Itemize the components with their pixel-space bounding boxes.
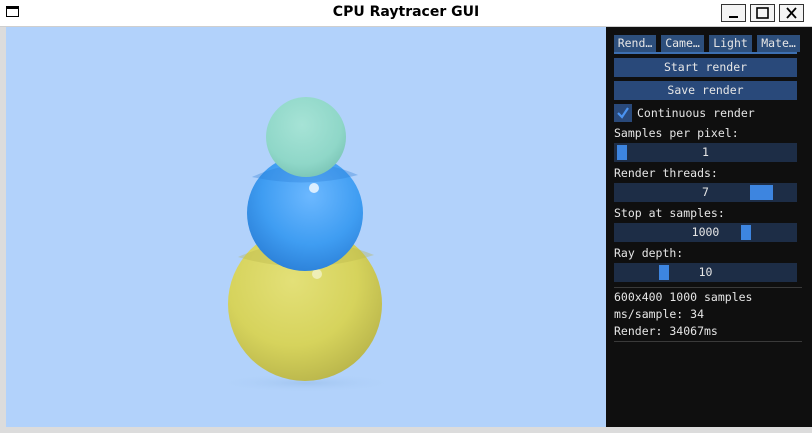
stats-ms-per-sample: ms/sample: 34 [614, 307, 705, 321]
tab-render[interactable]: Rend… [614, 35, 656, 52]
close-button[interactable] [779, 4, 804, 22]
check-icon [617, 107, 629, 119]
slider-grab[interactable] [659, 265, 669, 280]
slider-value: 1 [702, 145, 709, 159]
slider-value: 1000 [691, 225, 720, 239]
separator [614, 287, 802, 288]
ray-depth-label: Ray depth: [614, 246, 684, 260]
slider-grab[interactable] [750, 185, 773, 200]
save-render-button[interactable]: Save render [614, 81, 797, 100]
stats-resolution: 600x400 1000 samples [614, 290, 753, 304]
separator [614, 341, 802, 342]
teal-sphere [266, 97, 346, 177]
tab-camera[interactable]: Came… [661, 35, 704, 52]
maximize-button[interactable] [750, 4, 775, 22]
ray-depth-slider[interactable]: 10 [614, 263, 797, 282]
render-threads-label: Render threads: [614, 166, 718, 180]
stop-at-samples-label: Stop at samples: [614, 206, 725, 220]
slider-grab[interactable] [617, 145, 627, 160]
stop-at-samples-slider[interactable]: 1000 [614, 223, 797, 242]
maximize-icon [756, 7, 769, 19]
settings-panel: Rend… Came… Light Mate… Start render Sav… [606, 27, 812, 427]
slider-value: 7 [702, 185, 709, 199]
continuous-render-checkbox[interactable] [614, 104, 632, 122]
render-image [211, 97, 401, 393]
samples-per-pixel-label: Samples per pixel: [614, 126, 739, 140]
render-viewport[interactable] [6, 27, 606, 427]
samples-per-pixel-slider[interactable]: 1 [614, 143, 797, 162]
tab-light[interactable]: Light [709, 35, 752, 52]
slider-grab[interactable] [741, 225, 751, 240]
start-render-button[interactable]: Start render [614, 58, 797, 77]
window-bottom-edge [0, 427, 812, 433]
minimize-button[interactable] [721, 4, 746, 22]
title-bar: CPU Raytracer GUI [0, 0, 812, 27]
window-title: CPU Raytracer GUI [332, 4, 480, 20]
stats-render-time: Render: 34067ms [614, 324, 718, 338]
close-icon [786, 7, 797, 19]
tab-material[interactable]: Mate… [757, 35, 800, 52]
continuous-render-label: Continuous render [637, 106, 755, 120]
slider-value: 10 [698, 265, 713, 279]
minimize-icon [729, 16, 738, 18]
render-threads-slider[interactable]: 7 [614, 183, 797, 202]
tab-underline [614, 52, 797, 54]
